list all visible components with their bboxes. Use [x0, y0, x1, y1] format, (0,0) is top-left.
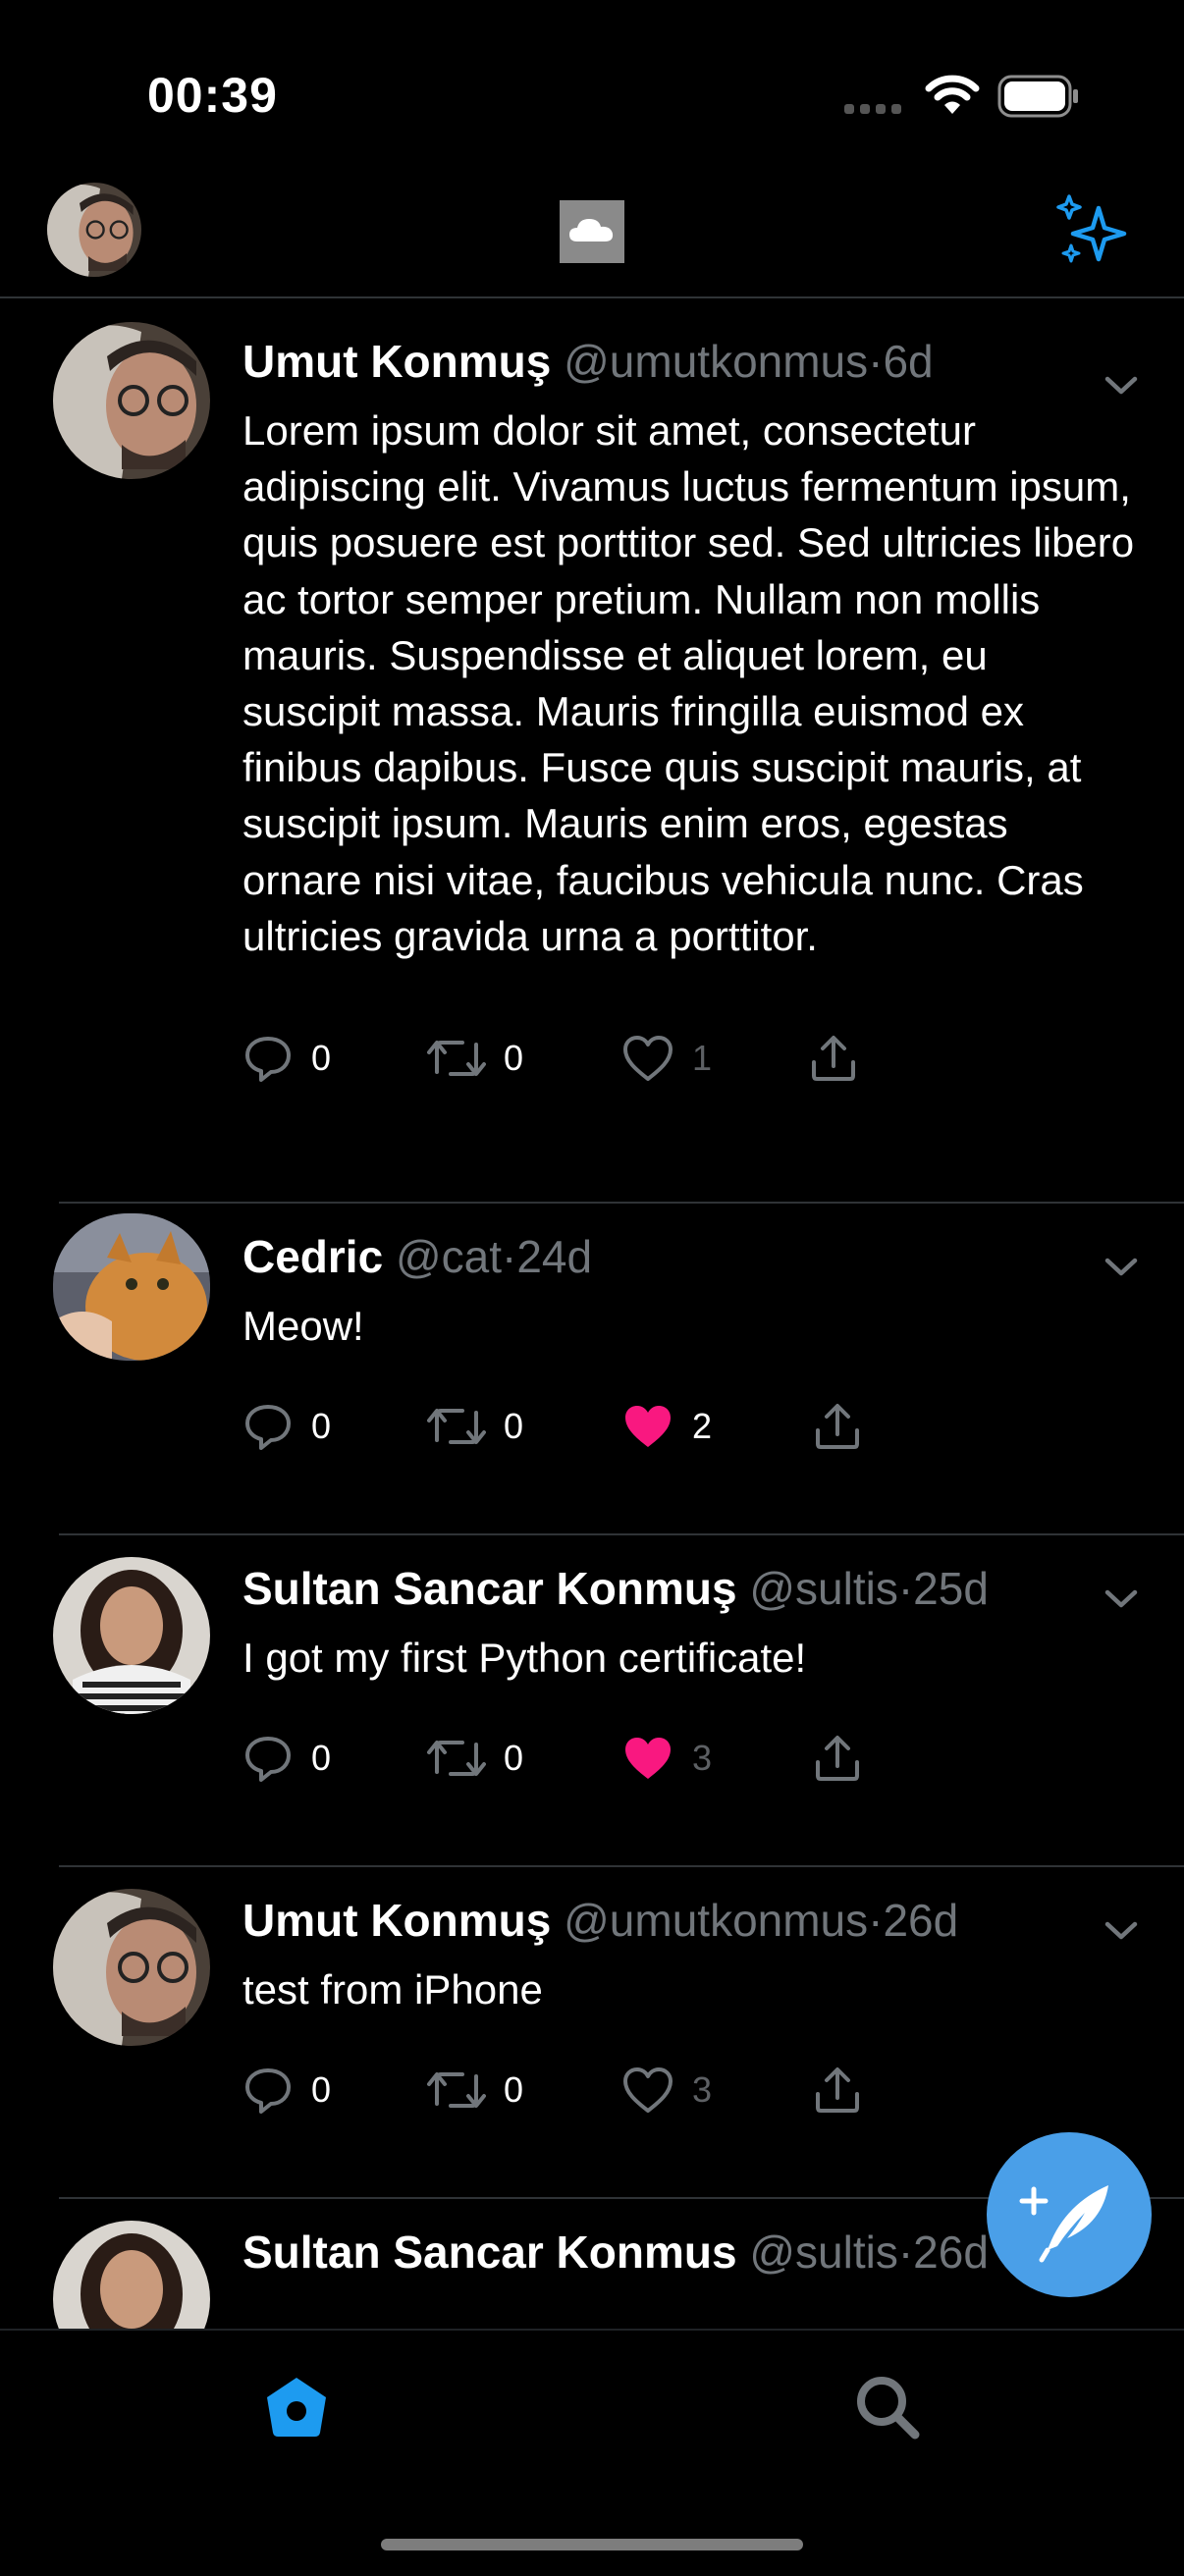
reply-count: 0: [311, 1738, 332, 1779]
reply-button[interactable]: 0: [242, 1719, 331, 1798]
like-count: 1: [692, 1038, 713, 1079]
status-time: 00:39: [147, 68, 278, 123]
reply-count: 0: [311, 1038, 332, 1079]
tweet-header: Sultan Sancar Konmuş @sultis·25d: [242, 1563, 989, 1614]
retweet-icon: [427, 1409, 486, 1445]
tweet-text: Meow!: [242, 1303, 364, 1349]
tweet-header: Umut Konmuş @umutkonmus·6d: [242, 336, 934, 387]
chevron-down-icon[interactable]: [1103, 1588, 1139, 1610]
share-icon: [812, 1036, 855, 1082]
author-handle: @sultis: [749, 1563, 898, 1614]
like-button[interactable]: 2: [621, 1387, 712, 1466]
author-name[interactable]: Umut Konmuş: [242, 336, 551, 387]
retweet-button[interactable]: 0: [427, 2051, 523, 2129]
reply-count: 0: [311, 1406, 332, 1447]
search-tab-icon[interactable]: [852, 2372, 923, 2442]
retweet-button[interactable]: 0: [427, 1387, 523, 1466]
bottom-tab-bar: [0, 2329, 1184, 2576]
retweet-icon: [427, 1041, 486, 1077]
author-handle: @sultis: [749, 2227, 898, 2278]
tweet-time: 6d: [883, 336, 934, 387]
reply-icon: [245, 1037, 291, 1083]
author-handle: @umutkonmus: [564, 336, 869, 387]
retweet-button[interactable]: 0: [427, 1719, 523, 1798]
tweet-text: test from iPhone: [242, 1966, 543, 2012]
author-handle: @cat: [395, 1231, 503, 1282]
retweet-count: 0: [504, 2069, 524, 2111]
sparkle-icon[interactable]: [1055, 194, 1134, 273]
tweet-actions: 0 0 3: [242, 1719, 1135, 1798]
tweet-time: 24d: [516, 1231, 593, 1282]
retweet-button[interactable]: 0: [427, 1019, 523, 1098]
like-button[interactable]: 1: [621, 1019, 712, 1098]
author-name[interactable]: Umut Konmuş: [242, 1895, 551, 1946]
retweet-count: 0: [504, 1406, 524, 1447]
like-count: 3: [692, 1738, 713, 1779]
reply-icon: [245, 1737, 291, 1783]
retweet-icon: [427, 1741, 486, 1777]
retweet-count: 0: [504, 1038, 524, 1079]
app-logo: [560, 200, 624, 263]
tweet-actions: 0 0 1: [242, 1019, 1135, 1098]
cellular-signal-icon: [844, 101, 907, 119]
author-handle: @umutkonmus: [564, 1895, 869, 1946]
tweet-text: I got my first Python certificate!: [242, 1635, 807, 1681]
chevron-down-icon[interactable]: [1103, 1257, 1139, 1278]
compose-tweet-button[interactable]: [987, 2132, 1152, 2297]
like-button[interactable]: 3: [621, 2051, 712, 2129]
reply-button[interactable]: 0: [242, 1019, 331, 1098]
share-button[interactable]: [812, 2051, 863, 2129]
share-icon: [816, 1736, 859, 1782]
reply-count: 0: [311, 2069, 332, 2111]
reply-icon: [245, 1405, 291, 1451]
tweet-time: 25d: [913, 1563, 989, 1614]
like-count: 2: [692, 1406, 713, 1447]
share-button[interactable]: [812, 1387, 863, 1466]
tweet-time: 26d: [913, 2227, 989, 2278]
tweet-header: Cedric @cat·24d: [242, 1231, 593, 1282]
top-navigation-bar: [0, 167, 1184, 298]
avatar[interactable]: [53, 322, 210, 479]
tweet[interactable]: Umut Konmuş @umutkonmus·6d Lorem ipsum d…: [53, 296, 1184, 1204]
tweet-actions: 0 0 3: [242, 2051, 1135, 2129]
tweet-actions: 0 0 2: [242, 1387, 1135, 1466]
tweet-time: 26d: [883, 1895, 959, 1946]
battery-icon: [997, 75, 1078, 118]
avatar[interactable]: [53, 2221, 210, 2329]
reply-button[interactable]: 0: [242, 2051, 331, 2129]
profile-avatar[interactable]: [47, 183, 141, 277]
share-icon: [816, 2067, 859, 2114]
timeline-feed[interactable]: Umut Konmuş @umutkonmus·6d Lorem ipsum d…: [0, 296, 1184, 2329]
heart-icon: [623, 2067, 673, 2114]
home-tab-icon[interactable]: [261, 2372, 332, 2442]
tweet[interactable]: Cedric @cat·24d Meow! 0 0 2: [53, 1204, 1184, 1535]
reply-button[interactable]: 0: [242, 1387, 331, 1466]
author-name[interactable]: Sultan Sancar Konmuş: [242, 1563, 737, 1614]
avatar[interactable]: [53, 1213, 210, 1361]
retweet-count: 0: [504, 1738, 524, 1779]
home-indicator: [381, 2539, 803, 2550]
author-name[interactable]: Sultan Sancar Konmus: [242, 2227, 737, 2278]
avatar[interactable]: [53, 1889, 210, 2046]
share-button[interactable]: [808, 1019, 859, 1098]
heart-filled-icon: [625, 1406, 671, 1448]
status-bar: 00:39: [0, 0, 1184, 167]
wifi-icon: [925, 75, 980, 114]
chevron-down-icon[interactable]: [1103, 375, 1139, 397]
heart-icon: [623, 1036, 673, 1082]
like-button[interactable]: 3: [621, 1719, 712, 1798]
author-name[interactable]: Cedric: [242, 1231, 383, 1282]
retweet-icon: [427, 2072, 486, 2109]
tweet-header: Umut Konmuş @umutkonmus·26d: [242, 1895, 959, 1946]
tweet[interactable]: Sultan Sancar Konmuş @sultis·25d I got m…: [53, 1535, 1184, 1867]
tweet-text: Lorem ipsum dolor sit amet, consectetur …: [242, 407, 1135, 959]
chevron-down-icon[interactable]: [1103, 1920, 1139, 1942]
like-count: 3: [692, 2069, 713, 2111]
share-icon: [816, 1404, 859, 1450]
heart-filled-icon: [625, 1738, 671, 1780]
compose-feather-icon: [1019, 2185, 1108, 2263]
reply-icon: [245, 2068, 291, 2115]
avatar[interactable]: [53, 1557, 210, 1714]
share-button[interactable]: [812, 1719, 863, 1798]
